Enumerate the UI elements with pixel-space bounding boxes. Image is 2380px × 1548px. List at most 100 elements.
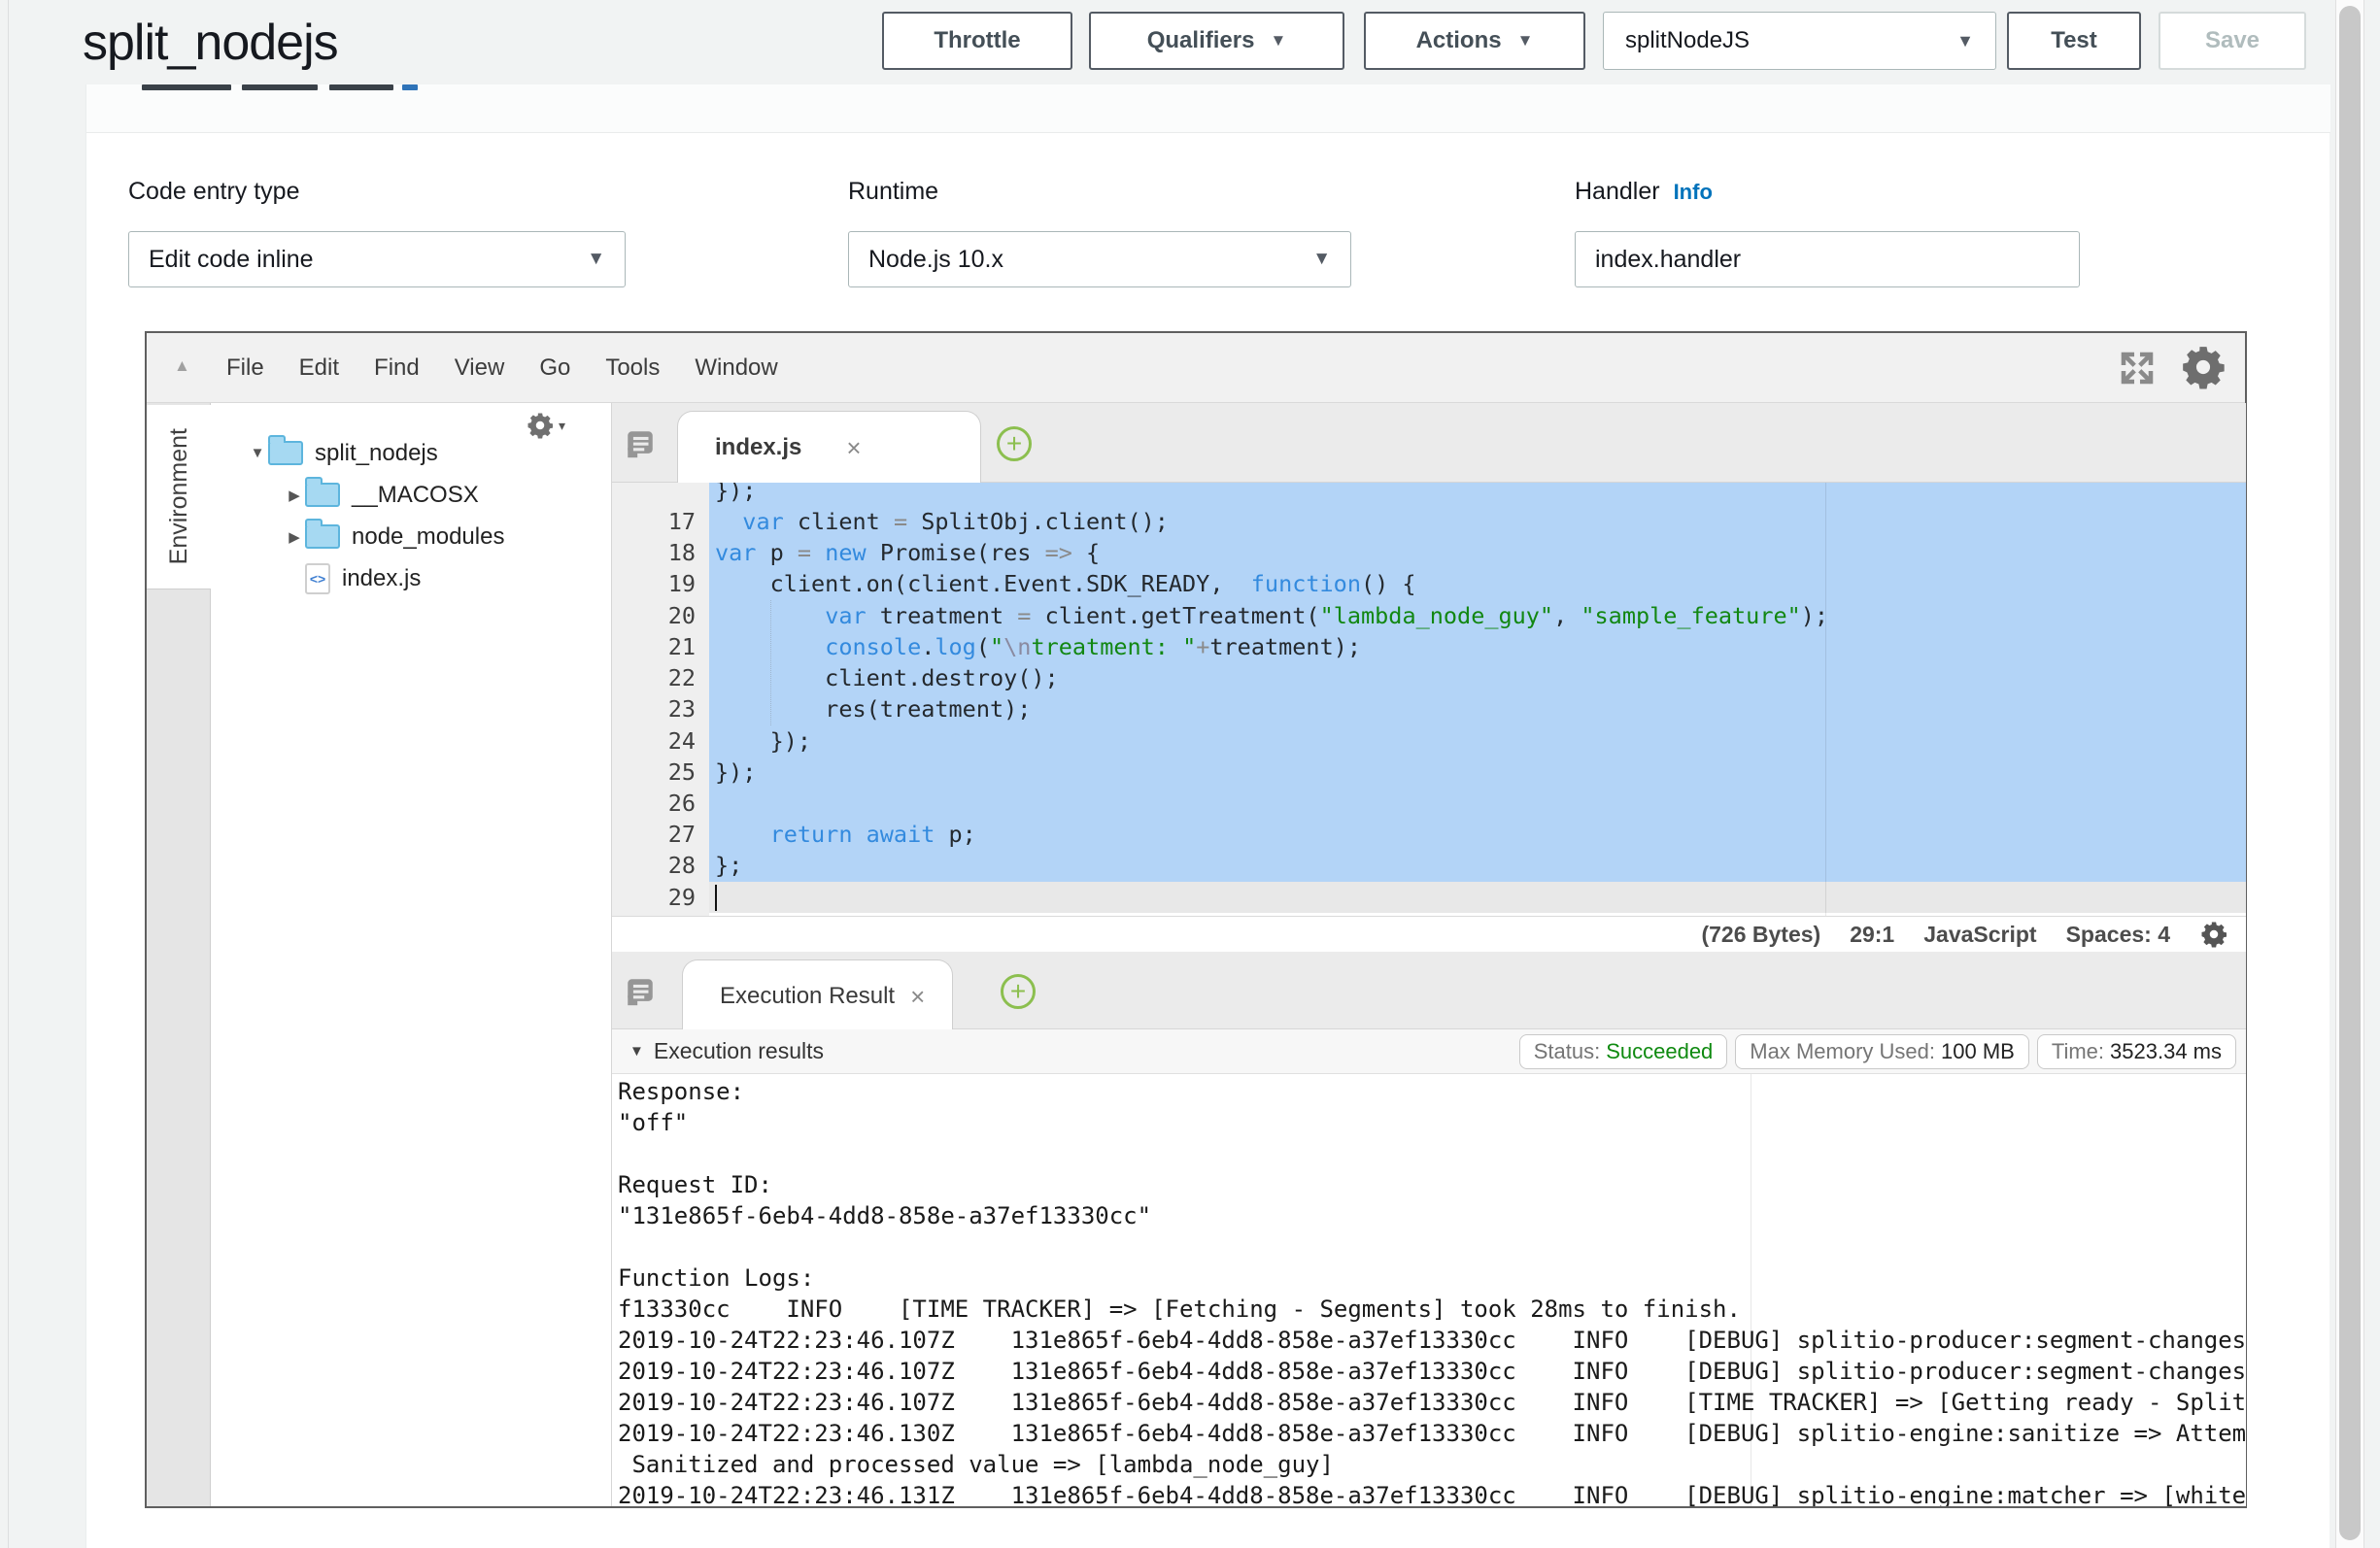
line-number: 28 [612,850,709,881]
menu-item-tools[interactable]: Tools [605,354,660,382]
test-button-label: Test [2051,27,2097,54]
sidebar-tab-environment[interactable]: Environment [147,405,211,589]
qualifiers-button-label: Qualifiers [1147,27,1255,54]
viewport-left-edge [8,0,9,1548]
function-code-card: Code entry type Runtime HandlerInfo Edit… [85,84,2329,1548]
indentation-status[interactable]: Spaces: 4 [2066,922,2170,948]
code-entry-type-select[interactable]: Edit code inline ▼ [128,231,626,287]
code-line: return await p; [709,819,2246,850]
line-number-gutter: 17181920212223242526272829 [612,483,709,916]
menu-item-find[interactable]: Find [374,354,420,382]
tree-item-node-modules-folder[interactable]: ▶ node_modules [211,516,611,557]
clipped-scrolled-row [86,84,2330,133]
chevron-down-icon: ▾ [559,418,565,434]
statusbar-gear-icon[interactable] [2199,920,2228,949]
line-number: 23 [612,693,709,724]
tree-item-label: __MACOSX [352,482,479,509]
code-editor-area[interactable]: 17181920212223242526272829 }); var clien… [612,483,2246,916]
log-line: 2019-10-24T22:23:46.107Z 131e865f-6eb4-4… [612,1325,2246,1356]
editor-settings-gear-icon[interactable] [2179,343,2227,391]
collapse-results-icon[interactable]: ▼ [629,1043,644,1060]
chevron-collapsed-icon[interactable]: ▶ [284,487,305,504]
chevron-down-icon: ▼ [1956,31,1974,51]
lambda-console-page: split_nodejs Throttle Qualifiers ▼ Actio… [0,0,2380,1548]
code-line: }); [709,757,2246,788]
execution-log-output[interactable]: Response:"off" Request ID:"131e865f-6eb4… [612,1074,2246,1506]
fullscreen-expand-icon[interactable] [2117,348,2158,388]
actions-button-label: Actions [1416,27,1502,54]
qualifiers-button[interactable]: Qualifiers ▼ [1089,12,1344,70]
line-number: 19 [612,568,709,599]
new-tab-plus-icon[interactable]: + [1001,974,1036,1009]
new-tab-plus-icon[interactable]: + [997,426,1032,461]
chevron-down-icon: ▼ [1517,31,1534,50]
runtime-select[interactable]: Node.js 10.x ▼ [848,231,1351,287]
code-entry-type-value: Edit code inline [149,246,314,274]
log-line: Response: [612,1076,2246,1107]
code-line: }; [709,850,2246,881]
code-line [709,788,2246,819]
line-number: 27 [612,819,709,850]
chevron-expanded-icon[interactable]: ▼ [247,445,268,461]
code-line [709,882,2246,913]
close-icon[interactable]: × [846,433,861,463]
test-button[interactable]: Test [2007,12,2141,70]
menu-item-go[interactable]: Go [539,354,570,382]
log-line: 2019-10-24T22:23:46.107Z 131e865f-6eb4-4… [612,1356,2246,1387]
menu-item-file[interactable]: File [226,354,264,382]
tree-item-label: index.js [342,565,421,592]
menu-item-edit[interactable]: Edit [299,354,339,382]
chevron-down-icon: ▼ [587,249,605,270]
tree-item-label: node_modules [352,523,504,551]
chevron-collapsed-icon[interactable]: ▶ [284,528,305,546]
collapse-editor-icon[interactable]: ▲ [174,356,190,376]
folder-icon [305,483,340,507]
tab-execution-result[interactable]: Execution Result × [682,959,953,1032]
log-line [612,1138,2246,1169]
tree-settings-gear-icon[interactable]: ▾ [526,411,565,440]
handler-input[interactable] [1575,231,2080,287]
log-lines: Response:"off" Request ID:"131e865f-6eb4… [612,1076,2246,1506]
chevron-down-icon: ▼ [1270,31,1286,50]
page-scrollbar[interactable] [2335,0,2364,1548]
runtime-label: Runtime [848,178,938,206]
code-line: var treatment = client.getTreatment("lam… [709,600,2246,631]
function-version-value: splitNodeJS [1625,27,1750,54]
handler-info-link[interactable]: Info [1674,180,1713,204]
code-editor-ide: ▲ File Edit Find View Go Tools Window Environm… [145,331,2247,1508]
function-version-select[interactable]: splitNodeJS ▼ [1603,12,1996,70]
editor-statusbar: (726 Bytes) 29:1 JavaScript Spaces: 4 [612,916,2246,952]
line-number: 20 [612,600,709,631]
close-icon[interactable]: × [910,982,925,1012]
handler-label-text: Handler [1575,178,1660,205]
cursor-position-status[interactable]: 29:1 [1850,922,1894,948]
log-line: 2019-10-24T22:23:46.130Z 131e865f-6eb4-4… [612,1418,2246,1449]
clipped-code-line: }); [709,483,2246,506]
language-mode-status[interactable]: JavaScript [1923,922,2036,948]
line-number: 22 [612,662,709,693]
actions-button[interactable]: Actions ▼ [1364,12,1585,70]
file-size-status: (726 Bytes) [1701,922,1820,948]
code-line: res(treatment); [709,693,2246,724]
save-button[interactable]: Save [2159,12,2306,70]
scrollbar-thumb[interactable] [2339,6,2361,1540]
tab-indexjs[interactable]: index.js × [677,411,981,484]
editor-tabbar: index.js × + [612,403,2246,483]
menu-item-view[interactable]: View [455,354,505,382]
line-number: 17 [612,506,709,537]
tab-list-icon[interactable] [624,427,657,460]
tab-label: Execution Result [720,983,895,1010]
throttle-button[interactable]: Throttle [882,12,1072,70]
code-line: var client = SplitObj.client(); [709,506,2246,537]
tree-item-macosx-folder[interactable]: ▶ __MACOSX [211,474,611,516]
tab-list-icon[interactable] [624,975,657,1008]
line-number: 29 [612,882,709,913]
folder-icon [268,441,303,465]
status-badge: Status:Succeeded [1519,1034,1728,1069]
menu-item-window[interactable]: Window [695,354,777,382]
code-line: console.log("\ntreatment: "+treatment); [709,631,2246,662]
file-tree: ▼ split_nodejs ▾ ▶ __MACOSX ▶ node_modul… [211,403,611,1506]
execution-results-header: ▼ Execution results Status:SucceededMax … [612,1029,2246,1074]
tab-label: index.js [715,434,801,461]
tree-item-indexjs-file[interactable]: <> index.js [211,557,611,599]
